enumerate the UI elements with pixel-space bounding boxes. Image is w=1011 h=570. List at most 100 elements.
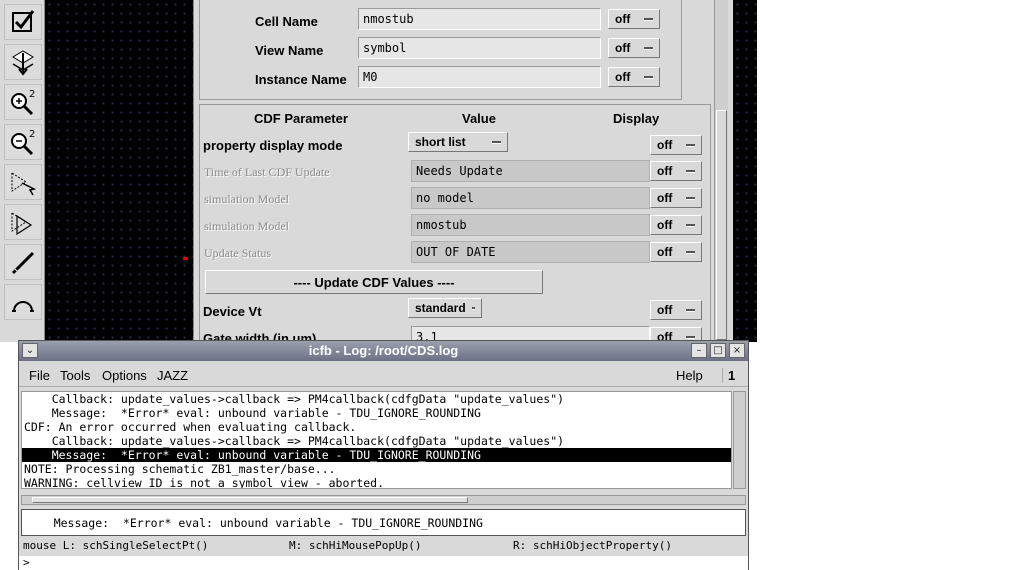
cell-name-display-button[interactable]: off	[608, 9, 660, 29]
display-value: off	[657, 218, 673, 232]
property-display-mode-value: short list	[415, 135, 466, 149]
simulation-model-label: simulation Model	[204, 192, 289, 206]
option-dash-icon	[686, 336, 695, 338]
mouse-left-binding: mouse L: schSingleSelectPt()	[23, 539, 209, 552]
device-vt-display-button[interactable]: off	[650, 300, 702, 320]
log-text-area[interactable]: Callback: update_values->callback => PM4…	[21, 391, 732, 489]
selection-marker	[183, 257, 188, 260]
simulation-model-display-button-2[interactable]: off	[650, 215, 702, 235]
menu-options[interactable]: Options	[102, 368, 147, 383]
option-dash-icon	[686, 224, 695, 226]
time-last-update-display-button[interactable]: off	[650, 161, 702, 181]
log-line: WARNING: cellview ID is not a symbol vie…	[24, 476, 385, 489]
instance-name-label: Instance Name	[255, 72, 347, 87]
menu-file[interactable]: File	[29, 368, 50, 383]
time-last-update-field: Needs Update	[411, 160, 650, 182]
menu-help[interactable]: Help	[676, 368, 703, 383]
copy-icon[interactable]	[4, 204, 42, 240]
scrollbar-thumb[interactable]	[32, 497, 468, 503]
maximize-icon[interactable]: □	[710, 343, 726, 358]
property-display-mode-label: property display mode	[203, 138, 343, 153]
schematic-canvas[interactable]	[45, 0, 193, 342]
display-value: off	[657, 138, 673, 152]
simulation-model-field: no model	[411, 187, 650, 209]
option-dash-icon	[644, 76, 653, 78]
mouse-right-binding: R: schHiObjectProperty()	[513, 539, 672, 552]
log-line-selected: Message: *Error* eval: unbound variable …	[22, 448, 731, 462]
cli-prompt: >	[19, 556, 748, 570]
time-last-update-label: Time of Last CDF Update	[204, 165, 330, 179]
view-name-field[interactable]: symbol	[358, 37, 601, 59]
option-dash-icon	[686, 251, 695, 253]
instance-name-display-button[interactable]: off	[608, 67, 660, 87]
display-value: off	[657, 164, 673, 178]
property-display-mode-select[interactable]: short list	[408, 132, 508, 152]
cdf-parameter-header: CDF Parameter	[254, 111, 348, 126]
option-dash-icon	[686, 197, 695, 199]
log-window-title: icfb - Log: /root/CDS.log	[308, 343, 459, 358]
log-vertical-scrollbar[interactable]	[733, 391, 746, 489]
display-value: off	[657, 191, 673, 205]
option-dash-icon	[644, 18, 653, 20]
display-value: off	[657, 245, 673, 259]
option-dash-icon	[686, 309, 695, 311]
log-titlebar[interactable]: ⌄ icfb - Log: /root/CDS.log – □ ×	[19, 341, 748, 361]
svg-text:2: 2	[29, 89, 35, 100]
log-window: ⌄ icfb - Log: /root/CDS.log – □ × File T…	[18, 340, 749, 570]
toolbar: 2 2	[0, 0, 45, 342]
zoom-in-icon[interactable]: 2	[4, 84, 42, 120]
display-header: Display	[613, 111, 660, 126]
update-status-label: Update Status	[204, 246, 271, 260]
arc-icon[interactable]	[4, 284, 42, 320]
log-line: Message: *Error* eval: unbound variable …	[24, 406, 481, 420]
option-dash-icon	[471, 307, 475, 309]
update-cdf-values-button[interactable]: ---- Update CDF Values ----	[205, 270, 543, 294]
menubar: File Tools Options JAZZ Help 1	[19, 363, 748, 387]
value-header: Value	[462, 111, 496, 126]
option-dash-icon	[686, 170, 695, 172]
log-line: Callback: update_values->callback => PM4…	[24, 434, 565, 448]
schematic-canvas-right[interactable]	[733, 0, 757, 342]
menu-jazz[interactable]: JAZZ	[157, 368, 188, 383]
log-horizontal-scrollbar[interactable]	[21, 495, 746, 505]
property-dialog: Cell Name nmostub off View Name symbol o…	[193, 0, 733, 348]
menu-tools[interactable]: Tools	[60, 368, 90, 383]
simulation-model-display-button[interactable]: off	[650, 188, 702, 208]
simulation-model-field-2: nmostub	[411, 214, 650, 236]
minimize-icon[interactable]: –	[691, 343, 707, 358]
svg-text:2: 2	[29, 129, 35, 140]
device-vt-select[interactable]: standard	[408, 298, 482, 318]
device-vt-value: standard	[415, 301, 466, 315]
option-dash-icon	[492, 141, 501, 143]
cell-name-display-label: off	[615, 12, 631, 26]
update-status-display-button[interactable]: off	[650, 242, 702, 262]
wire-icon[interactable]	[4, 244, 42, 280]
view-name-display-label: off	[615, 41, 631, 55]
window-number: 1	[722, 368, 735, 383]
cell-name-label: Cell Name	[255, 14, 318, 29]
instance-name-display-label: off	[615, 70, 631, 84]
log-line: CDF: An error occurred when evaluating c…	[24, 420, 357, 434]
dialog-scrollbar[interactable]	[714, 0, 728, 342]
zoom-out-icon[interactable]: 2	[4, 124, 42, 160]
mouse-bindings-bar: mouse L: schSingleSelectPt() M: schHiMou…	[19, 537, 748, 555]
check-icon[interactable]	[4, 4, 42, 40]
device-vt-label: Device Vt	[203, 304, 262, 319]
option-dash-icon	[686, 144, 695, 146]
option-dash-icon	[644, 47, 653, 49]
instance-name-field[interactable]: M0	[358, 66, 601, 88]
view-name-display-button[interactable]: off	[608, 38, 660, 58]
stretch-icon[interactable]	[4, 164, 42, 200]
view-name-label: View Name	[255, 43, 324, 58]
command-input[interactable]: Message: *Error* eval: unbound variable …	[21, 509, 746, 536]
cell-name-field[interactable]: nmostub	[358, 8, 601, 30]
close-icon[interactable]: ×	[729, 343, 745, 358]
simulation-model-label-2: simulation Model	[204, 219, 289, 233]
instance-section: Cell Name nmostub off View Name symbol o…	[199, 0, 682, 100]
log-line: NOTE: Processing schematic ZB1_master/ba…	[24, 462, 336, 476]
property-display-mode-display-button[interactable]: off	[650, 135, 702, 155]
update-status-field: OUT OF DATE	[411, 241, 650, 263]
mouse-middle-binding: M: schHiMousePopUp()	[289, 539, 422, 552]
scrollbar-thumb[interactable]	[716, 110, 727, 340]
descend-icon[interactable]	[4, 44, 42, 80]
